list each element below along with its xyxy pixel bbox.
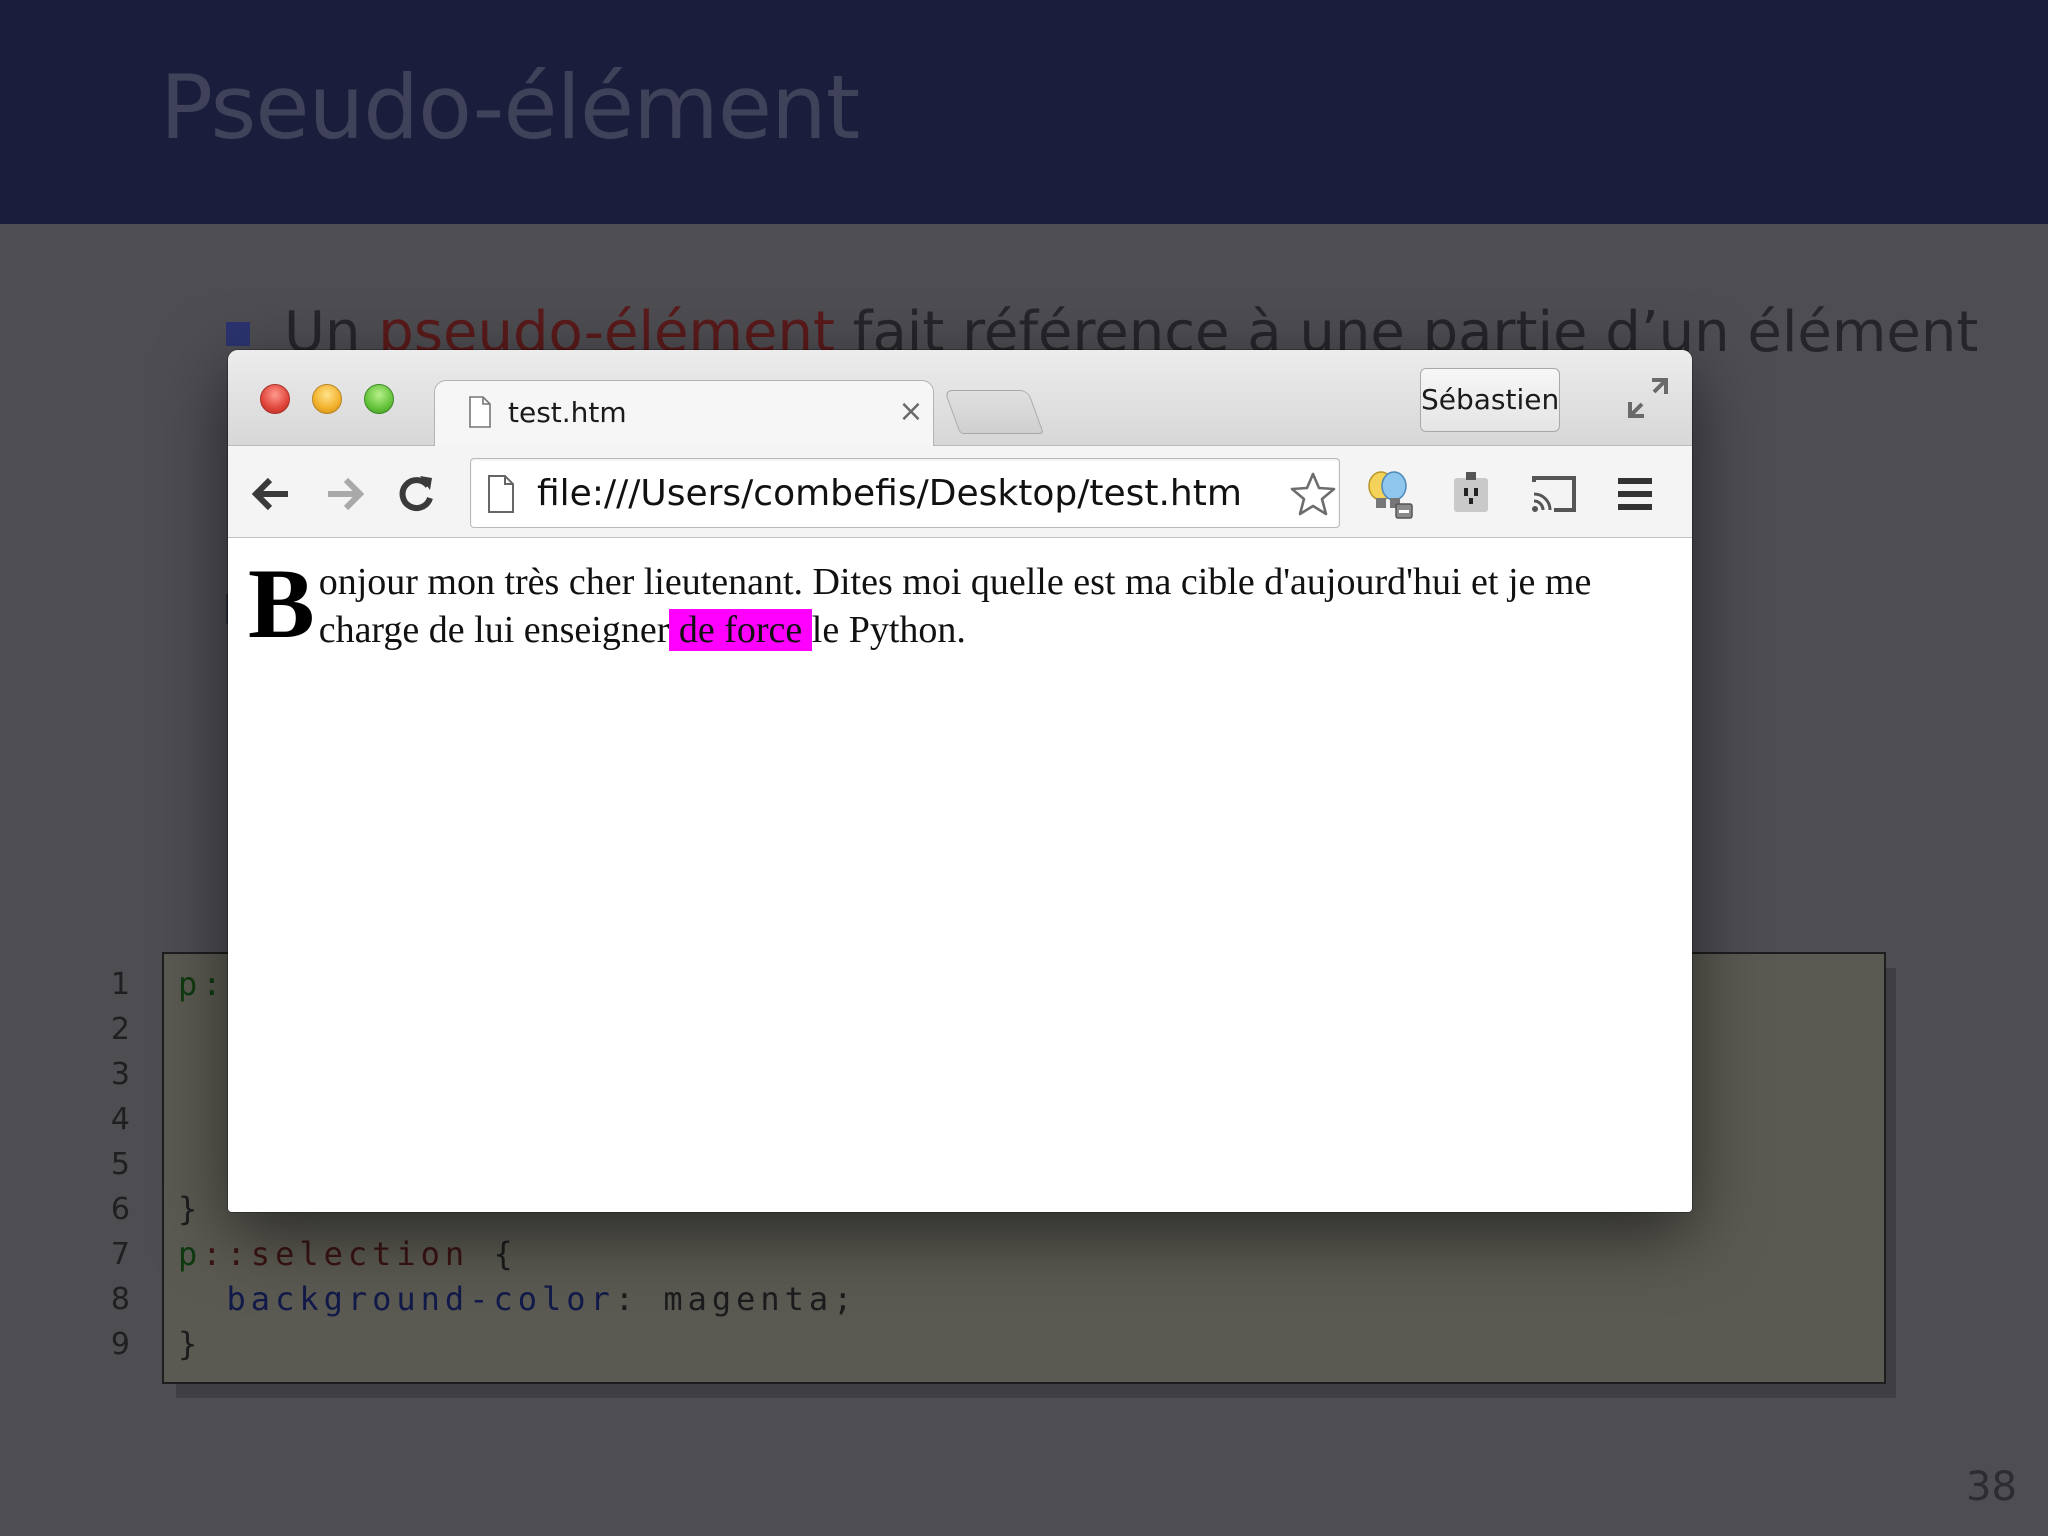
browser-window: test.htm × Sébastien file:///Users/combe… <box>228 350 1692 1212</box>
code-line-9: } <box>178 1325 203 1363</box>
slide-title: Pseudo-élément <box>160 56 860 159</box>
tab-close-button[interactable]: × <box>896 396 926 428</box>
line-number: 8 <box>110 1282 130 1317</box>
line-number: 9 <box>110 1327 130 1362</box>
paragraph[interactable]: Bonjour mon très cher lieutenant. Dites … <box>248 548 1672 659</box>
reload-icon[interactable] <box>392 472 440 516</box>
menu-icon[interactable] <box>1610 468 1660 520</box>
drop-cap-first-letter: B <box>248 548 315 659</box>
code-selector: p <box>178 1235 203 1273</box>
page-number: 38 <box>1966 1464 2017 1510</box>
lightbulb-extension-icon[interactable] <box>1364 468 1414 520</box>
browser-titlebar[interactable]: test.htm × Sébastien <box>228 350 1692 448</box>
code-line-numbers: 1 2 3 4 5 6 7 8 9 <box>90 962 130 1367</box>
paragraph-text-after: le Python. <box>811 609 966 651</box>
line-number: 7 <box>110 1237 130 1272</box>
fullscreen-icon[interactable] <box>1624 374 1672 422</box>
page-content[interactable]: Bonjour mon très cher lieutenant. Dites … <box>228 538 1692 1212</box>
forward-arrow-icon[interactable] <box>320 472 368 516</box>
cast-icon[interactable] <box>1528 468 1578 520</box>
url-text[interactable]: file:///Users/combefis/Desktop/test.htm <box>537 473 1242 514</box>
minimize-window-button[interactable] <box>312 384 342 414</box>
back-arrow-icon[interactable] <box>248 472 296 516</box>
code-value: : magenta; <box>614 1280 858 1318</box>
line-number: 4 <box>110 1102 130 1137</box>
profile-button[interactable]: Sébastien <box>1420 368 1560 432</box>
line-number: 5 <box>110 1147 130 1182</box>
pocket-extension-icon[interactable] <box>1446 468 1496 520</box>
zoom-window-button[interactable] <box>364 384 394 414</box>
code-brace: { <box>469 1235 518 1273</box>
code-pseudo-element: ::selection <box>202 1235 470 1273</box>
line-number: 3 <box>110 1057 130 1092</box>
selected-text: de force <box>669 609 812 651</box>
close-window-button[interactable] <box>260 384 290 414</box>
line-number: 2 <box>110 1012 130 1047</box>
code-line-7: p::selection { <box>178 1232 857 1277</box>
browser-toolbar: file:///Users/combefis/Desktop/test.htm <box>228 446 1692 538</box>
tab-title: test.htm <box>508 396 627 429</box>
bullet-marker <box>226 322 250 346</box>
star-icon[interactable] <box>1289 471 1337 517</box>
new-tab-button[interactable] <box>943 390 1045 434</box>
code-line-8: background-color: magenta; <box>178 1277 857 1322</box>
page-icon <box>488 475 514 513</box>
line-number: 6 <box>110 1192 130 1227</box>
address-bar[interactable]: file:///Users/combefis/Desktop/test.htm <box>470 458 1340 528</box>
line-number: 1 <box>110 967 130 1002</box>
code-property: background-color <box>226 1280 615 1318</box>
page-icon <box>469 396 491 428</box>
